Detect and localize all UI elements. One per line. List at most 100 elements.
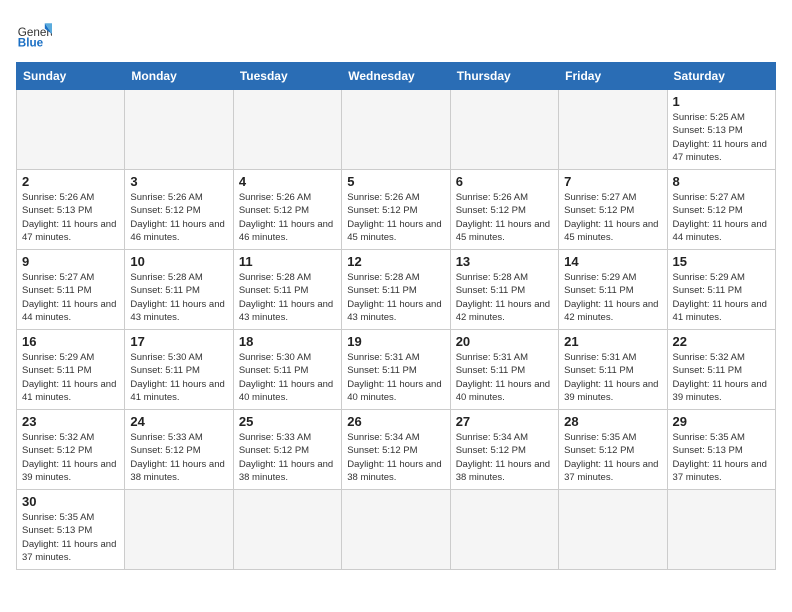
cell-details: Sunrise: 5:29 AMSunset: 5:11 PMDaylight:… [22, 351, 119, 404]
day-number: 12 [347, 254, 444, 269]
calendar-cell: 25Sunrise: 5:33 AMSunset: 5:12 PMDayligh… [233, 410, 341, 490]
calendar-week-row: 1 Sunrise: 5:25 AMSunset: 5:13 PMDaylight… [17, 90, 776, 170]
calendar-cell: 20 Sunrise: 5:31 AMSunset: 5:11 PMDayligh… [450, 330, 558, 410]
column-header-tuesday: Tuesday [233, 63, 341, 90]
day-number: 4 [239, 174, 336, 189]
column-header-sunday: Sunday [17, 63, 125, 90]
calendar-cell: 5 Sunrise: 5:26 AMSunset: 5:12 PMDaylight… [342, 170, 450, 250]
cell-details: Sunrise: 5:30 AMSunset: 5:11 PMDaylight:… [239, 351, 336, 404]
cell-details: Sunrise: 5:31 AMSunset: 5:11 PMDaylight:… [347, 351, 444, 404]
cell-details: Sunrise: 5:29 AMSunset: 5:11 PMDaylight:… [564, 271, 661, 324]
logo-icon: General Blue [16, 16, 52, 52]
day-number: 5 [347, 174, 444, 189]
day-number: 6 [456, 174, 553, 189]
cell-details: Sunrise: 5:26 AMSunset: 5:12 PMDaylight:… [130, 191, 227, 244]
calendar-cell: 7 Sunrise: 5:27 AMSunset: 5:12 PMDaylight… [559, 170, 667, 250]
cell-details: Sunrise: 5:25 AMSunset: 5:13 PMDaylight:… [673, 111, 770, 164]
logo: General Blue [16, 16, 52, 52]
calendar-cell [667, 490, 775, 570]
column-header-wednesday: Wednesday [342, 63, 450, 90]
cell-details: Sunrise: 5:31 AMSunset: 5:11 PMDaylight:… [456, 351, 553, 404]
calendar-cell: 21 Sunrise: 5:31 AMSunset: 5:11 PMDayligh… [559, 330, 667, 410]
calendar-cell [450, 90, 558, 170]
day-number: 18 [239, 334, 336, 349]
day-number: 14 [564, 254, 661, 269]
calendar-cell: 6 Sunrise: 5:26 AMSunset: 5:12 PMDaylight… [450, 170, 558, 250]
calendar-week-row: 16Sunrise: 5:29 AMSunset: 5:11 PMDayligh… [17, 330, 776, 410]
calendar-cell [233, 90, 341, 170]
calendar-cell: 12Sunrise: 5:28 AMSunset: 5:11 PMDayligh… [342, 250, 450, 330]
day-number: 1 [673, 94, 770, 109]
calendar-cell: 9 Sunrise: 5:27 AMSunset: 5:11 PMDaylight… [17, 250, 125, 330]
calendar-cell: 22 Sunrise: 5:32 AMSunset: 5:11 PMDayligh… [667, 330, 775, 410]
cell-details: Sunrise: 5:33 AMSunset: 5:12 PMDaylight:… [130, 431, 227, 484]
calendar-table: SundayMondayTuesdayWednesdayThursdayFrid… [16, 62, 776, 570]
calendar-cell [17, 90, 125, 170]
cell-details: Sunrise: 5:30 AMSunset: 5:11 PMDaylight:… [130, 351, 227, 404]
day-number: 17 [130, 334, 227, 349]
calendar-cell: 1 Sunrise: 5:25 AMSunset: 5:13 PMDaylight… [667, 90, 775, 170]
day-number: 24 [130, 414, 227, 429]
calendar-cell [559, 90, 667, 170]
cell-details: Sunrise: 5:27 AMSunset: 5:12 PMDaylight:… [673, 191, 770, 244]
calendar-cell: 8Sunrise: 5:27 AMSunset: 5:12 PMDaylight… [667, 170, 775, 250]
cell-details: Sunrise: 5:35 AMSunset: 5:13 PMDaylight:… [22, 511, 119, 564]
day-number: 23 [22, 414, 119, 429]
day-number: 15 [673, 254, 770, 269]
calendar-cell: 13 Sunrise: 5:28 AMSunset: 5:11 PMDayligh… [450, 250, 558, 330]
day-number: 21 [564, 334, 661, 349]
calendar-cell [342, 490, 450, 570]
calendar-cell [233, 490, 341, 570]
calendar-cell: 30 Sunrise: 5:35 AMSunset: 5:13 PMDayligh… [17, 490, 125, 570]
cell-details: Sunrise: 5:26 AMSunset: 5:13 PMDaylight:… [22, 191, 119, 244]
cell-details: Sunrise: 5:28 AMSunset: 5:11 PMDaylight:… [456, 271, 553, 324]
cell-details: Sunrise: 5:26 AMSunset: 5:12 PMDaylight:… [347, 191, 444, 244]
calendar-cell: 29 Sunrise: 5:35 AMSunset: 5:13 PMDayligh… [667, 410, 775, 490]
day-number: 22 [673, 334, 770, 349]
calendar-week-row: 23 Sunrise: 5:32 AMSunset: 5:12 PMDayligh… [17, 410, 776, 490]
calendar-cell: 27Sunrise: 5:34 AMSunset: 5:12 PMDayligh… [450, 410, 558, 490]
cell-details: Sunrise: 5:26 AMSunset: 5:12 PMDaylight:… [456, 191, 553, 244]
calendar-cell: 24 Sunrise: 5:33 AMSunset: 5:12 PMDayligh… [125, 410, 233, 490]
cell-details: Sunrise: 5:35 AMSunset: 5:13 PMDaylight:… [673, 431, 770, 484]
calendar-week-row: 30 Sunrise: 5:35 AMSunset: 5:13 PMDayligh… [17, 490, 776, 570]
calendar-cell: 23 Sunrise: 5:32 AMSunset: 5:12 PMDayligh… [17, 410, 125, 490]
cell-details: Sunrise: 5:29 AMSunset: 5:11 PMDaylight:… [673, 271, 770, 324]
cell-details: Sunrise: 5:35 AMSunset: 5:12 PMDaylight:… [564, 431, 661, 484]
calendar-cell: 28 Sunrise: 5:35 AMSunset: 5:12 PMDayligh… [559, 410, 667, 490]
calendar-cell [450, 490, 558, 570]
cell-details: Sunrise: 5:31 AMSunset: 5:11 PMDaylight:… [564, 351, 661, 404]
calendar-cell [125, 90, 233, 170]
day-number: 11 [239, 254, 336, 269]
cell-details: Sunrise: 5:27 AMSunset: 5:12 PMDaylight:… [564, 191, 661, 244]
cell-details: Sunrise: 5:32 AMSunset: 5:11 PMDaylight:… [673, 351, 770, 404]
day-number: 3 [130, 174, 227, 189]
day-number: 29 [673, 414, 770, 429]
day-number: 30 [22, 494, 119, 509]
calendar-cell: 19 Sunrise: 5:31 AMSunset: 5:11 PMDayligh… [342, 330, 450, 410]
cell-details: Sunrise: 5:32 AMSunset: 5:12 PMDaylight:… [22, 431, 119, 484]
calendar-cell: 16Sunrise: 5:29 AMSunset: 5:11 PMDayligh… [17, 330, 125, 410]
calendar-week-row: 9 Sunrise: 5:27 AMSunset: 5:11 PMDaylight… [17, 250, 776, 330]
cell-details: Sunrise: 5:34 AMSunset: 5:12 PMDaylight:… [347, 431, 444, 484]
calendar-week-row: 2Sunrise: 5:26 AMSunset: 5:13 PMDaylight… [17, 170, 776, 250]
day-number: 13 [456, 254, 553, 269]
calendar-cell: 10Sunrise: 5:28 AMSunset: 5:11 PMDayligh… [125, 250, 233, 330]
calendar-header-row: SundayMondayTuesdayWednesdayThursdayFrid… [17, 63, 776, 90]
calendar-cell: 3 Sunrise: 5:26 AMSunset: 5:12 PMDaylight… [125, 170, 233, 250]
day-number: 9 [22, 254, 119, 269]
day-number: 25 [239, 414, 336, 429]
calendar-cell: 11 Sunrise: 5:28 AMSunset: 5:11 PMDayligh… [233, 250, 341, 330]
cell-details: Sunrise: 5:27 AMSunset: 5:11 PMDaylight:… [22, 271, 119, 324]
day-number: 19 [347, 334, 444, 349]
calendar-cell: 26 Sunrise: 5:34 AMSunset: 5:12 PMDayligh… [342, 410, 450, 490]
calendar-cell: 15 Sunrise: 5:29 AMSunset: 5:11 PMDayligh… [667, 250, 775, 330]
day-number: 7 [564, 174, 661, 189]
cell-details: Sunrise: 5:28 AMSunset: 5:11 PMDaylight:… [239, 271, 336, 324]
day-number: 28 [564, 414, 661, 429]
day-number: 20 [456, 334, 553, 349]
day-number: 10 [130, 254, 227, 269]
calendar-cell: 14 Sunrise: 5:29 AMSunset: 5:11 PMDayligh… [559, 250, 667, 330]
day-number: 26 [347, 414, 444, 429]
calendar-cell: 4Sunrise: 5:26 AMSunset: 5:12 PMDaylight… [233, 170, 341, 250]
